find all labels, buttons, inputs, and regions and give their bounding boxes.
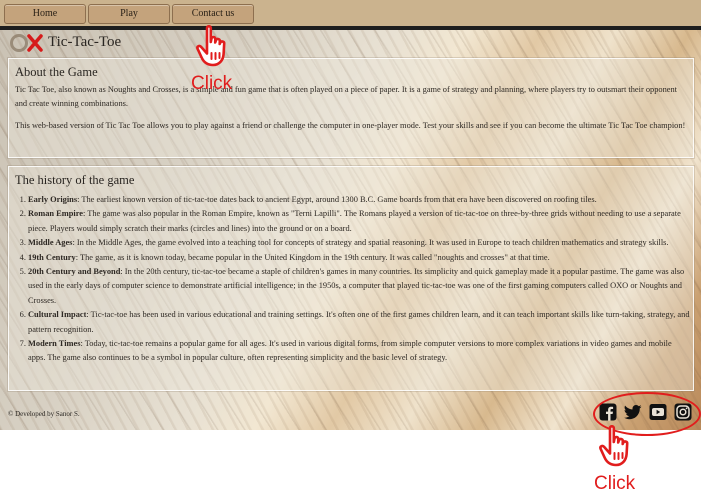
pointer-hand-icon (196, 25, 226, 67)
history-text: : Tic-tac-toe has been used in various e… (28, 310, 690, 334)
footer-copyright: © Developed by Sanor S. (8, 410, 80, 418)
page-background: Home Play Contact us Tic-Tac-Toe About t… (0, 0, 701, 430)
nav-home-button[interactable]: Home (4, 4, 86, 24)
history-term: Roman Empire (28, 209, 83, 219)
history-text: : In the Middle Ages, the game evolved i… (72, 238, 669, 248)
history-section: The history of the game Early Origins: T… (8, 166, 694, 391)
history-item: Early Origins: The earliest known versio… (28, 193, 690, 207)
about-paragraph-2: This web-based version of Tic Tac Toe al… (15, 121, 686, 130)
history-item: Modern Times: Today, tic-tac-toe remains… (28, 337, 690, 366)
history-text: : The game, as it is known today, became… (75, 252, 550, 262)
click-annotation-2: Click (594, 473, 636, 494)
history-term: 20th Century and Beyond (28, 267, 121, 277)
about-section: About the Game Tic Tac Toe, also known a… (8, 58, 694, 158)
history-text: : The game was also popular in the Roman… (28, 209, 681, 233)
history-item: Roman Empire: The game was also popular … (28, 207, 690, 236)
history-term: 19th Century (28, 252, 76, 262)
about-heading: About the Game (15, 65, 98, 79)
history-text: : Today, tic-tac-toe remains a popular g… (28, 339, 672, 363)
history-item: Middle Ages: In the Middle Ages, the gam… (28, 236, 690, 250)
pointer-hand-icon (599, 425, 629, 467)
click-annotation-1: Click (191, 73, 233, 94)
history-heading: The history of the game (15, 173, 135, 187)
tic-tac-toe-logo-icon (10, 34, 43, 52)
about-paragraph-1: Tic Tac Toe, also known as Noughts and C… (15, 85, 678, 108)
nav-contact-button[interactable]: Contact us (172, 4, 254, 24)
history-item: 19th Century: The game, as it is known t… (28, 251, 690, 265)
history-term: Modern Times (28, 339, 81, 349)
history-item: 20th Century and Beyond: In the 20th cen… (28, 265, 690, 308)
history-text: : The earliest known version of tic-tac-… (77, 195, 597, 204)
history-list: Early Origins: The earliest known versio… (9, 193, 690, 366)
history-term: Middle Ages (28, 238, 73, 248)
history-text: : In the 20th century, tic-tac-toe becam… (28, 267, 685, 305)
history-term: Early Origins (28, 195, 78, 204)
nav-play-button[interactable]: Play (88, 4, 170, 24)
history-item: Cultural Impact: Tic-tac-toe has been us… (28, 308, 690, 337)
page-title: Tic-Tac-Toe (48, 34, 122, 50)
history-term: Cultural Impact (28, 310, 87, 320)
top-navbar: Home Play Contact us (0, 0, 701, 30)
